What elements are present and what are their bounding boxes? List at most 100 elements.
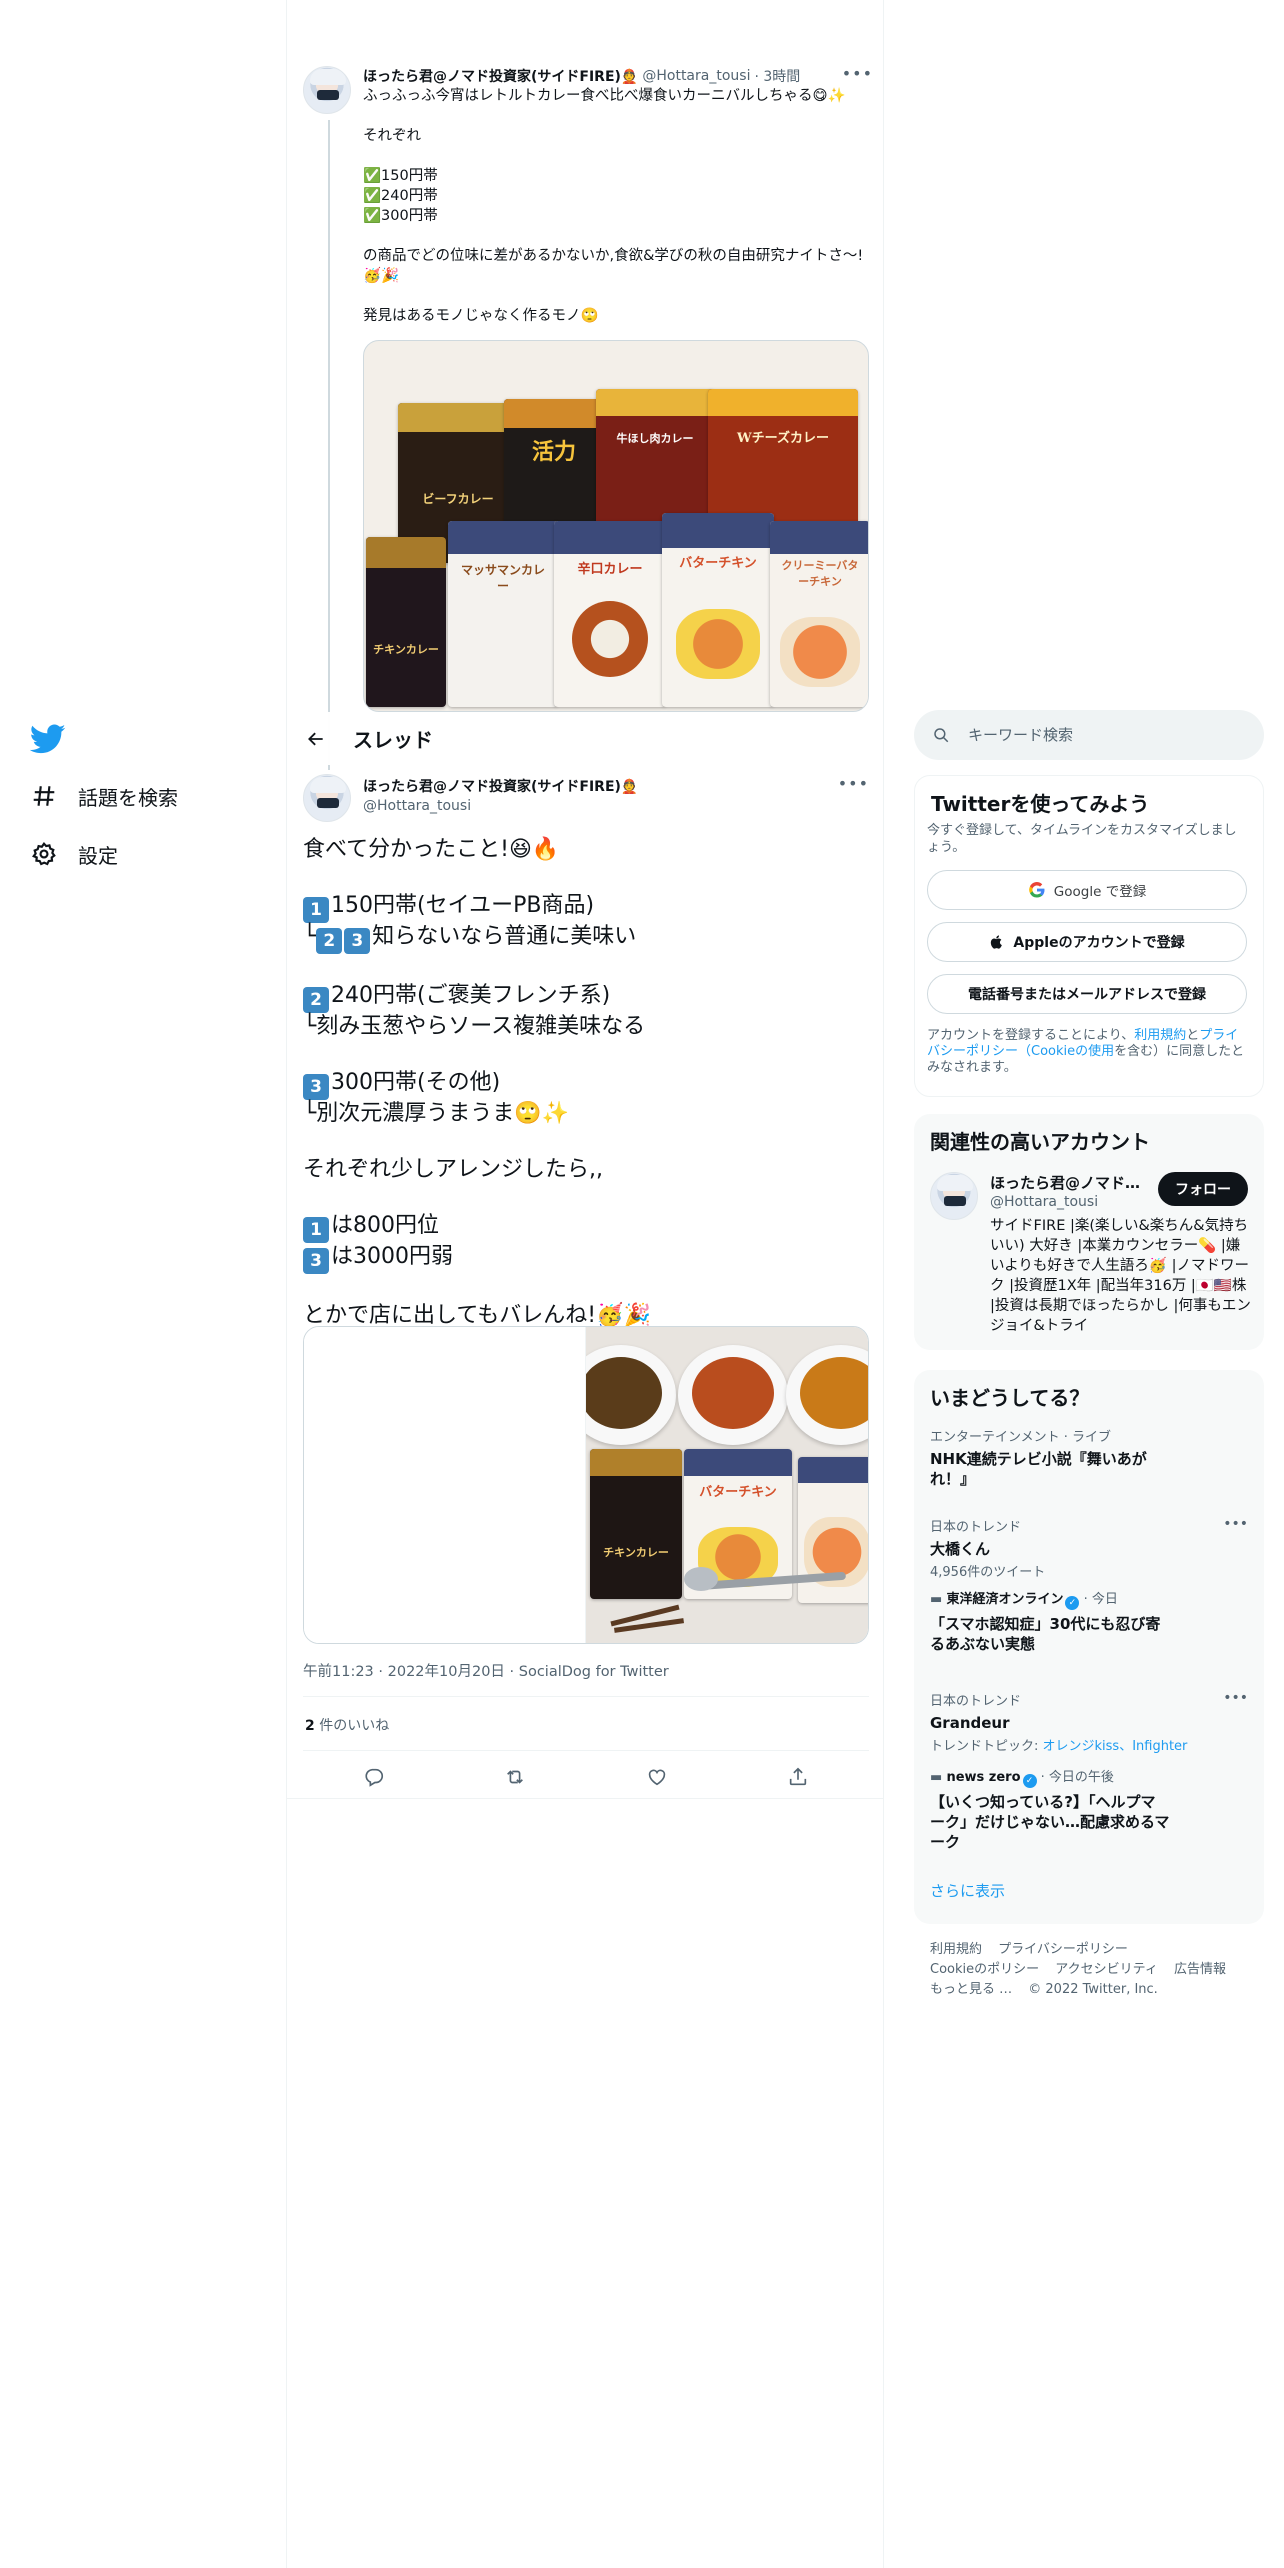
thread-connector-line bbox=[328, 120, 330, 770]
author-handle[interactable]: @Hottara_tousi bbox=[642, 68, 750, 84]
tweet-line: の商品でどの位味に差があるかないか,食欲&学びの秋の自由研究ナイトさ〜!🥳🎉 bbox=[363, 248, 864, 284]
spoon-head bbox=[684, 1567, 718, 1591]
tweet-line: 1 150円帯(セイユーPB商品) bbox=[303, 892, 873, 923]
tweet-line bbox=[303, 954, 873, 982]
search-box[interactable] bbox=[914, 710, 1264, 760]
apple-signup-button[interactable]: Appleのアカウントで登録 bbox=[927, 922, 1247, 962]
curry-package: チキンカレー bbox=[590, 1449, 682, 1599]
tweet-photo[interactable]: チキンカレー バターチキン bbox=[586, 1327, 868, 1643]
verified-badge-icon: ✓ bbox=[1022, 1774, 1037, 1788]
gear-icon bbox=[30, 840, 58, 868]
tweet-photo-blank[interactable] bbox=[304, 1327, 586, 1643]
divider bbox=[303, 1750, 869, 1751]
tweet-line bbox=[363, 146, 873, 166]
tweet-line: └刻み玉葱やらソース複雑美味なる bbox=[303, 1014, 646, 1039]
back-arrow-icon[interactable] bbox=[299, 722, 333, 756]
main-tweet-text: 食べて分かったこと!😆🔥 1 150円帯(セイユーPB商品) └ 2 3 知らないなら普… bbox=[303, 836, 873, 1330]
trend-item[interactable]: 日本のトレンド 大橋くん 4,956件のツイート ••• bbox=[930, 1516, 1248, 1580]
apple-icon bbox=[989, 933, 1005, 951]
signup-title: Twitterを使ってみよう bbox=[931, 792, 1150, 816]
related-account-bio: サイドFIRE |楽(楽しい&楽ちん&気持ちいい) 大好き |本業カウンセラー💊… bbox=[990, 1218, 1251, 1334]
search-icon bbox=[932, 725, 952, 745]
tweet-line: ふっふっふ今宵はレトルトカレー食べ比べ爆食いカーニバルしちゃる😋✨ bbox=[363, 88, 846, 104]
more-options-icon[interactable]: ••• bbox=[1223, 1690, 1248, 1706]
more-options-icon[interactable]: ••• bbox=[842, 64, 873, 83]
keycap-two-emoji: 2 bbox=[316, 928, 343, 954]
google-signup-label: Google で登録 bbox=[1053, 884, 1147, 900]
divider bbox=[303, 1696, 869, 1697]
avatar[interactable] bbox=[303, 66, 351, 114]
timestamp-link[interactable]: 午前11:23 · 2022年10月20日 · SocialDog for Tw… bbox=[303, 1664, 669, 1680]
page-title: スレッド bbox=[353, 728, 433, 752]
tweet-line bbox=[363, 286, 873, 306]
tweet-line: ✅150円帯 bbox=[363, 168, 438, 184]
author-name[interactable]: ほったら君@ノマド投資家(サイドFIRE)👲 bbox=[363, 776, 638, 796]
more-options-icon[interactable]: ••• bbox=[838, 774, 869, 793]
tweet-line bbox=[303, 1128, 873, 1156]
related-account-handle[interactable]: @Hottara_tousi bbox=[990, 1194, 1098, 1210]
twitter-logo-icon[interactable] bbox=[29, 720, 66, 756]
trend-item[interactable]: エンターテインメント · ライブ NHK連続テレビ小説『舞いあがれ！』 bbox=[930, 1426, 1248, 1489]
tweet-line bbox=[363, 226, 873, 246]
curry-package: チキンカレー bbox=[366, 537, 446, 707]
tweet-line: ✅240円帯 bbox=[363, 188, 438, 204]
keycap-three-emoji: 3 bbox=[344, 928, 371, 954]
hashtag-icon bbox=[30, 782, 58, 810]
trends-title: いまどうしてる？ bbox=[930, 1386, 1090, 1410]
tweet-line: 1 は800円位 bbox=[303, 1212, 873, 1243]
news-item[interactable]: ▬ news zero ✓ · 今日の午後 【いくつ知っている?】「ヘルプマーク」… bbox=[930, 1766, 1248, 1852]
tweet-photo[interactable]: ビーフカレー 活力 牛ほし肉カレー Wチーズカレー チキンカレー マッサマンカレ… bbox=[363, 340, 869, 712]
related-account-name[interactable]: ほったら君@ノマド投資家(サイドFIRE) bbox=[990, 1172, 1144, 1193]
tweet-line: 2 240円帯(ご褒美フレンチ系) bbox=[303, 982, 873, 1013]
tweet-timestamp[interactable]: 午前11:23 · 2022年10月20日 · SocialDog for Tw… bbox=[303, 1660, 669, 1681]
footer-link[interactable]: 利用規約 bbox=[930, 1942, 982, 1957]
tweet-line: 食べて分かったこと!😆🔥 bbox=[303, 837, 560, 862]
thread-column: ほったら君@ノマド投資家(サイドFIRE)👲 @Hottara_tousi · … bbox=[286, 0, 884, 2568]
phone-email-signup-button[interactable]: 電話番号またはメールアドレスで登録 bbox=[927, 974, 1247, 1014]
author-name[interactable]: ほったら君@ノマド投資家(サイドFIRE)👲 bbox=[363, 66, 638, 86]
reply-icon[interactable] bbox=[357, 1760, 391, 1794]
footer-link[interactable]: もっと見る … bbox=[930, 1982, 1012, 1997]
footer-link[interactable]: アクセシビリティ bbox=[1055, 1962, 1158, 1977]
avatar[interactable] bbox=[930, 1172, 978, 1220]
show-more-link[interactable]: さらに表示 bbox=[930, 1880, 1005, 1901]
footer-link[interactable]: プライバシーポリシー bbox=[998, 1942, 1128, 1957]
more-options-icon[interactable]: ••• bbox=[1223, 1516, 1248, 1532]
nav-explore[interactable]: 話題を検索 bbox=[30, 776, 178, 816]
tweet-actions bbox=[303, 1760, 869, 1794]
like-icon[interactable] bbox=[640, 1760, 674, 1794]
trend-item[interactable]: 日本のトレンド Grandeur トレンドトピック: オレンジkiss、Infi… bbox=[930, 1690, 1248, 1754]
footer-link[interactable]: Cookieのポリシー bbox=[930, 1962, 1039, 1977]
curry-package: クリーミーバターチキン bbox=[770, 521, 868, 707]
share-icon[interactable] bbox=[781, 1760, 815, 1794]
search-input[interactable] bbox=[968, 726, 1248, 744]
trends-card: いまどうしてる？ エンターテインメント · ライブ NHK連続テレビ小説『舞いあ… bbox=[914, 1370, 1264, 1924]
retweet-icon[interactable] bbox=[498, 1760, 532, 1794]
author-handle[interactable]: @Hottara_tousi bbox=[363, 798, 471, 814]
tweet-line: 3 300円帯(その他) bbox=[303, 1069, 873, 1100]
thread-header: スレッド bbox=[287, 712, 883, 765]
verified-badge-icon: ✓ bbox=[1065, 1596, 1080, 1610]
tweet-photo-grid[interactable]: チキンカレー バターチキン bbox=[303, 1326, 869, 1644]
nav-explore-label: 話題を検索 bbox=[78, 785, 178, 810]
footer-link[interactable]: 広告情報 bbox=[1174, 1962, 1226, 1977]
curry-bowl bbox=[586, 1345, 676, 1445]
curry-package: バターチキン bbox=[662, 513, 774, 707]
apple-signup-label: Appleのアカウントで登録 bbox=[1013, 935, 1185, 951]
parent-tweet-text: ふっふっふ今宵はレトルトカレー食べ比べ爆食いカーニバルしちゃる😋✨ それぞれ ✅… bbox=[363, 86, 873, 326]
copyright: © 2022 Twitter, Inc. bbox=[1028, 1982, 1158, 1997]
terms-link[interactable]: 利用規約 bbox=[1134, 1028, 1186, 1043]
signup-card: Twitterを使ってみよう 今すぐ登録して、タイムラインをカスタマイズしましょ… bbox=[914, 775, 1264, 1097]
avatar[interactable] bbox=[303, 774, 351, 822]
google-signup-button[interactable]: Google で登録 bbox=[927, 870, 1247, 910]
trend-topic-link[interactable]: オレンジkiss、Infighter bbox=[1043, 1739, 1188, 1754]
news-item[interactable]: ▬ 東洋経済オンライン ✓ · 今日 「スマホ認知症」30代にも忍び寄るあぶない実… bbox=[930, 1588, 1248, 1654]
keycap-two-emoji: 2 bbox=[303, 987, 329, 1013]
keycap-three-emoji: 3 bbox=[303, 1248, 329, 1274]
tweet-line bbox=[303, 864, 873, 892]
nav-settings[interactable]: 設定 bbox=[30, 834, 118, 874]
tweet-time[interactable]: · 3時間 bbox=[754, 66, 800, 86]
likes-count[interactable]: 2 件のいいね bbox=[305, 1715, 389, 1735]
divider bbox=[287, 1798, 883, 1799]
follow-button[interactable]: フォロー bbox=[1158, 1172, 1248, 1206]
